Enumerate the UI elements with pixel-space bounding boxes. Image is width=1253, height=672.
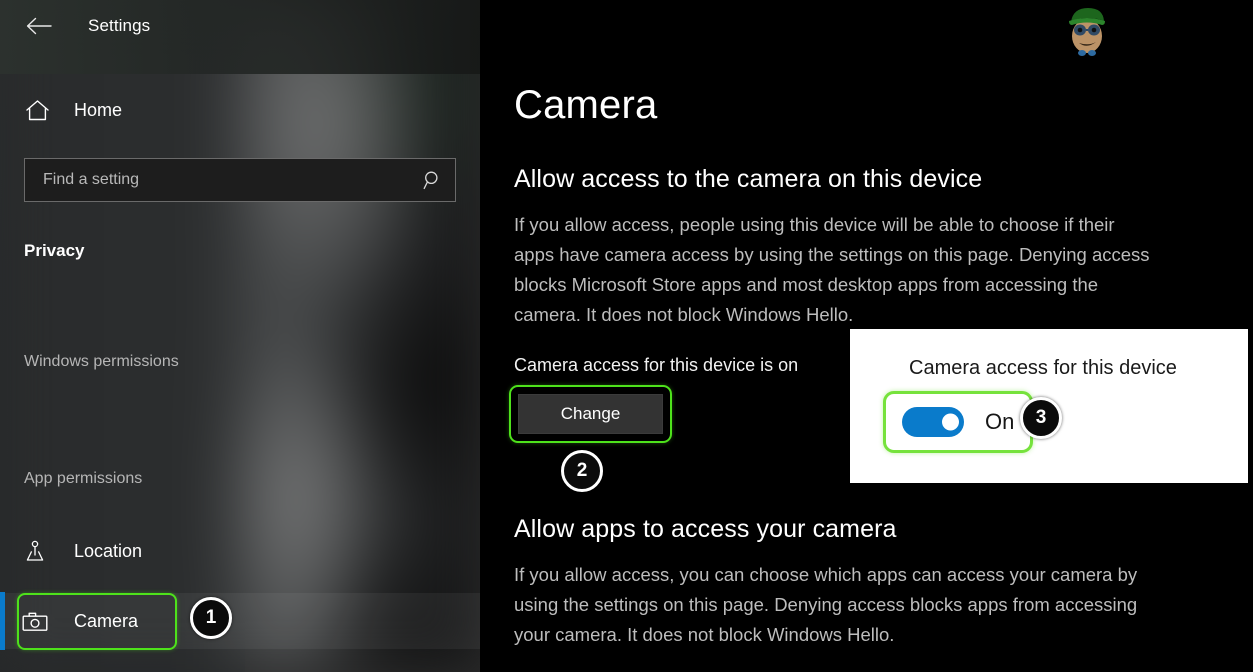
page-title: Camera xyxy=(514,83,658,127)
location-icon xyxy=(22,539,48,563)
title-bar: Settings xyxy=(0,0,480,52)
toggle-knob xyxy=(942,413,959,431)
search-icon[interactable] xyxy=(411,170,455,190)
popup-label: Camera access for this device xyxy=(909,357,1177,379)
search-box[interactable] xyxy=(24,158,456,202)
sidebar-group-title: Privacy xyxy=(24,241,85,260)
camera-access-status: Camera access for this device is on xyxy=(514,355,799,375)
change-button[interactable]: Change xyxy=(518,394,663,434)
annotation-badge-1: 1 xyxy=(190,597,232,639)
sidebar-item-location[interactable]: Location xyxy=(0,523,480,579)
highlight-box-camera-item xyxy=(17,593,177,650)
highlight-box-change-button: Change xyxy=(509,385,672,443)
window-title: Settings xyxy=(88,16,151,35)
camera-access-toggle[interactable] xyxy=(902,407,964,437)
sidebar-section-app-permissions: App permissions xyxy=(24,470,143,487)
section-heading-device-access: Allow access to the camera on this devic… xyxy=(514,165,983,193)
section-body-device-access: If you allow access, people using this d… xyxy=(514,214,1150,325)
sidebar-section-windows-permissions: Windows permissions xyxy=(24,353,179,370)
home-icon xyxy=(24,99,50,122)
back-arrow-icon xyxy=(26,17,52,35)
sidebar-item-home-label: Home xyxy=(74,99,123,120)
annotation-badge-2: 2 xyxy=(561,450,603,492)
section-body-app-access: If you allow access, you can choose whic… xyxy=(514,564,1138,645)
selected-item-accent-bar xyxy=(0,592,5,650)
back-button[interactable] xyxy=(16,10,62,42)
watermark-logo xyxy=(1058,2,1116,58)
toggle-state-label: On xyxy=(985,409,1015,434)
change-button-highlight-wrap: Change xyxy=(509,385,672,443)
highlight-box-toggle: On xyxy=(883,391,1034,453)
settings-sidebar: Settings Home Find a setting Privacy Win… xyxy=(0,0,480,672)
sidebar-item-location-label: Location xyxy=(74,540,143,561)
settings-window: Settings Home Find a setting Privacy Win… xyxy=(0,0,1253,672)
annotation-badge-3: 3 xyxy=(1020,397,1062,439)
appuals-mascot-logo-icon xyxy=(1069,8,1105,56)
section-heading-app-access: Allow apps to access your camera xyxy=(514,515,897,543)
search-input[interactable] xyxy=(25,171,411,189)
sidebar-item-home[interactable]: Home xyxy=(0,91,480,129)
